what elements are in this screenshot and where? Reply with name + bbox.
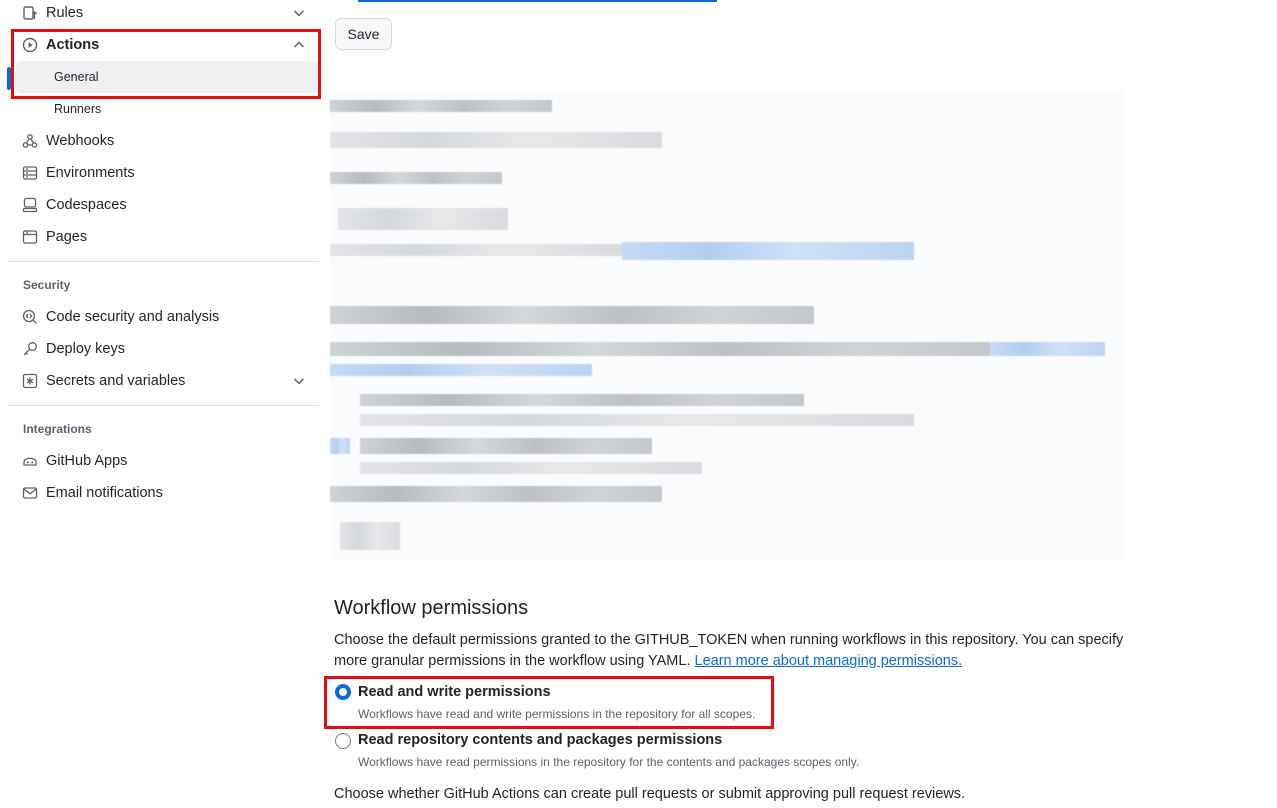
browser-icon [22, 229, 38, 245]
redacted-line [330, 486, 662, 502]
sidebar-item-github-apps[interactable]: GitHub Apps [15, 445, 319, 477]
settings-sidebar: Rules Actions General Runners Webhooks E… [7, 0, 319, 808]
sidebar-item-label: Secrets and variables [46, 373, 186, 389]
sidebar-item-label: Rules [46, 5, 84, 21]
sidebar-item-label: Email notifications [46, 485, 163, 501]
link-underline [358, 0, 717, 2]
redacted-line [330, 132, 662, 148]
redacted-line [360, 414, 914, 426]
redacted-region [330, 90, 1125, 560]
sidebar-subitem-label: General [54, 70, 99, 84]
sidebar-item-secrets[interactable]: Secrets and variables [15, 365, 319, 397]
asterisk-icon [22, 373, 38, 389]
option-label: Read and write permissions [358, 684, 551, 700]
rules-icon [22, 5, 38, 21]
sidebar-item-environments[interactable]: Environments [15, 157, 319, 189]
radio-read-only[interactable] [335, 733, 351, 749]
sidebar-item-label: Actions [46, 37, 100, 53]
pull-request-permissions-text: Choose whether GitHub Actions can create… [334, 786, 966, 802]
codespaces-icon [22, 197, 38, 213]
key-icon [22, 341, 38, 357]
sidebar-item-code-security[interactable]: Code security and analysis [15, 301, 319, 333]
sidebar-item-webhooks[interactable]: Webhooks [15, 125, 319, 157]
redacted-line [338, 208, 508, 230]
sidebar-subitem-general[interactable]: General [15, 61, 319, 93]
mail-icon [22, 485, 38, 501]
sidebar-divider [7, 261, 319, 262]
redacted-line [330, 172, 502, 184]
play-icon [22, 37, 38, 53]
sidebar-item-pages[interactable]: Pages [15, 221, 319, 253]
sidebar-item-codespaces[interactable]: Codespaces [15, 189, 319, 221]
sidebar-item-label: GitHub Apps [46, 453, 128, 469]
redacted-line [360, 462, 702, 474]
apps-icon [22, 453, 38, 469]
redacted-line [330, 100, 552, 112]
save-button[interactable]: Save [335, 18, 392, 50]
workflow-permissions-title: Workflow permissions [334, 597, 529, 619]
sidebar-item-actions[interactable]: Actions [15, 29, 319, 61]
option-note: Workflows have read and write permission… [358, 707, 756, 721]
sidebar-item-label: Code security and analysis [46, 309, 220, 325]
security-heading: Security [23, 278, 71, 292]
sidebar-item-rules[interactable]: Rules [15, 0, 319, 29]
sidebar-item-deploy-keys[interactable]: Deploy keys [15, 333, 319, 365]
workflow-permissions-description: Choose the default permissions granted t… [334, 630, 1124, 672]
sidebar-divider [7, 405, 319, 406]
redacted-link [990, 342, 1105, 356]
sidebar-subitem-label: Runners [54, 102, 102, 116]
chevron-up-icon[interactable] [291, 37, 307, 53]
redacted-button [340, 522, 400, 550]
redacted-radio [330, 438, 350, 454]
webhook-icon [22, 133, 38, 149]
codescan-icon [22, 309, 38, 325]
option-note: Workflows have read permissions in the r… [358, 755, 860, 769]
redacted-link [622, 242, 914, 260]
sidebar-item-label: Deploy keys [46, 341, 125, 357]
option-label: Read repository contents and packages pe… [358, 732, 723, 748]
sidebar-subitem-runners[interactable]: Runners [15, 93, 319, 125]
redacted-line [330, 342, 990, 356]
sidebar-item-label: Webhooks [46, 133, 115, 149]
redacted-line [360, 394, 804, 406]
redacted-line [360, 438, 652, 454]
chevron-down-icon[interactable] [291, 5, 307, 21]
chevron-down-icon[interactable] [291, 373, 307, 389]
learn-more-link[interactable]: Learn more about managing permissions. [695, 653, 963, 669]
sidebar-item-label: Codespaces [46, 197, 127, 213]
integrations-heading: Integrations [23, 422, 92, 436]
sidebar-item-email-notifications[interactable]: Email notifications [15, 477, 319, 509]
sidebar-item-label: Pages [46, 229, 88, 245]
sidebar-item-label: Environments [46, 165, 135, 181]
active-indicator [7, 67, 11, 90]
redacted-line [330, 306, 814, 324]
server-icon [22, 165, 38, 181]
redacted-link [330, 364, 592, 376]
radio-read-write[interactable] [335, 684, 351, 700]
redacted-line [330, 244, 622, 256]
